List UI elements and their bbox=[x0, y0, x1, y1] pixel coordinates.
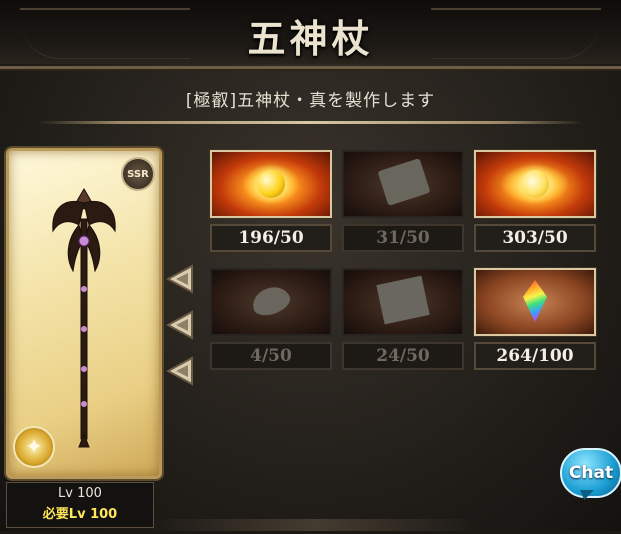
bottom-ornament bbox=[150, 519, 480, 531]
material-slot-6[interactable]: 264/100 bbox=[474, 268, 596, 370]
material-count: 4/50 bbox=[210, 342, 332, 370]
material-count: 24/50 bbox=[342, 342, 464, 370]
header-bar: 五神杖 bbox=[0, 0, 621, 64]
material-slot-4[interactable]: 4/50 bbox=[210, 268, 332, 370]
weapon-card[interactable]: SSR ✦ bbox=[6, 148, 162, 479]
arrow-left-icon bbox=[166, 356, 193, 386]
weapon-level: Lv 100 bbox=[58, 486, 102, 501]
required-level: 必要Lv 100 bbox=[42, 507, 118, 522]
material-slot-1[interactable]: 196/50 bbox=[210, 150, 332, 252]
material-slot-2[interactable]: 31/50 bbox=[342, 150, 464, 252]
material-count: 196/50 bbox=[210, 224, 332, 252]
material-slot-5[interactable]: 24/50 bbox=[342, 268, 464, 370]
sealed-letter-icon bbox=[342, 268, 464, 336]
arrow-left-icon bbox=[166, 264, 193, 294]
material-count: 303/50 bbox=[474, 224, 596, 252]
level-info: Lv 100 必要Lv 100 bbox=[6, 482, 154, 528]
light-element-icon: ✦ bbox=[13, 426, 55, 468]
recipe-subtitle: [極叡]五神杖・真を製作します bbox=[185, 91, 436, 111]
material-count: 31/50 bbox=[342, 224, 464, 252]
material-count: 264/100 bbox=[474, 342, 596, 370]
golden-flame-crown-icon bbox=[474, 150, 596, 218]
feather-icon bbox=[210, 268, 332, 336]
material-slot-3[interactable]: 303/50 bbox=[474, 150, 596, 252]
rainbow-crystal-icon bbox=[474, 268, 596, 336]
ornamental-divider bbox=[38, 121, 583, 124]
arrow-left-icon bbox=[166, 310, 193, 340]
golden-orb-icon bbox=[210, 150, 332, 218]
scroll-icon bbox=[342, 150, 464, 218]
staff-icon bbox=[52, 188, 116, 448]
page-title: 五神杖 bbox=[247, 16, 374, 61]
